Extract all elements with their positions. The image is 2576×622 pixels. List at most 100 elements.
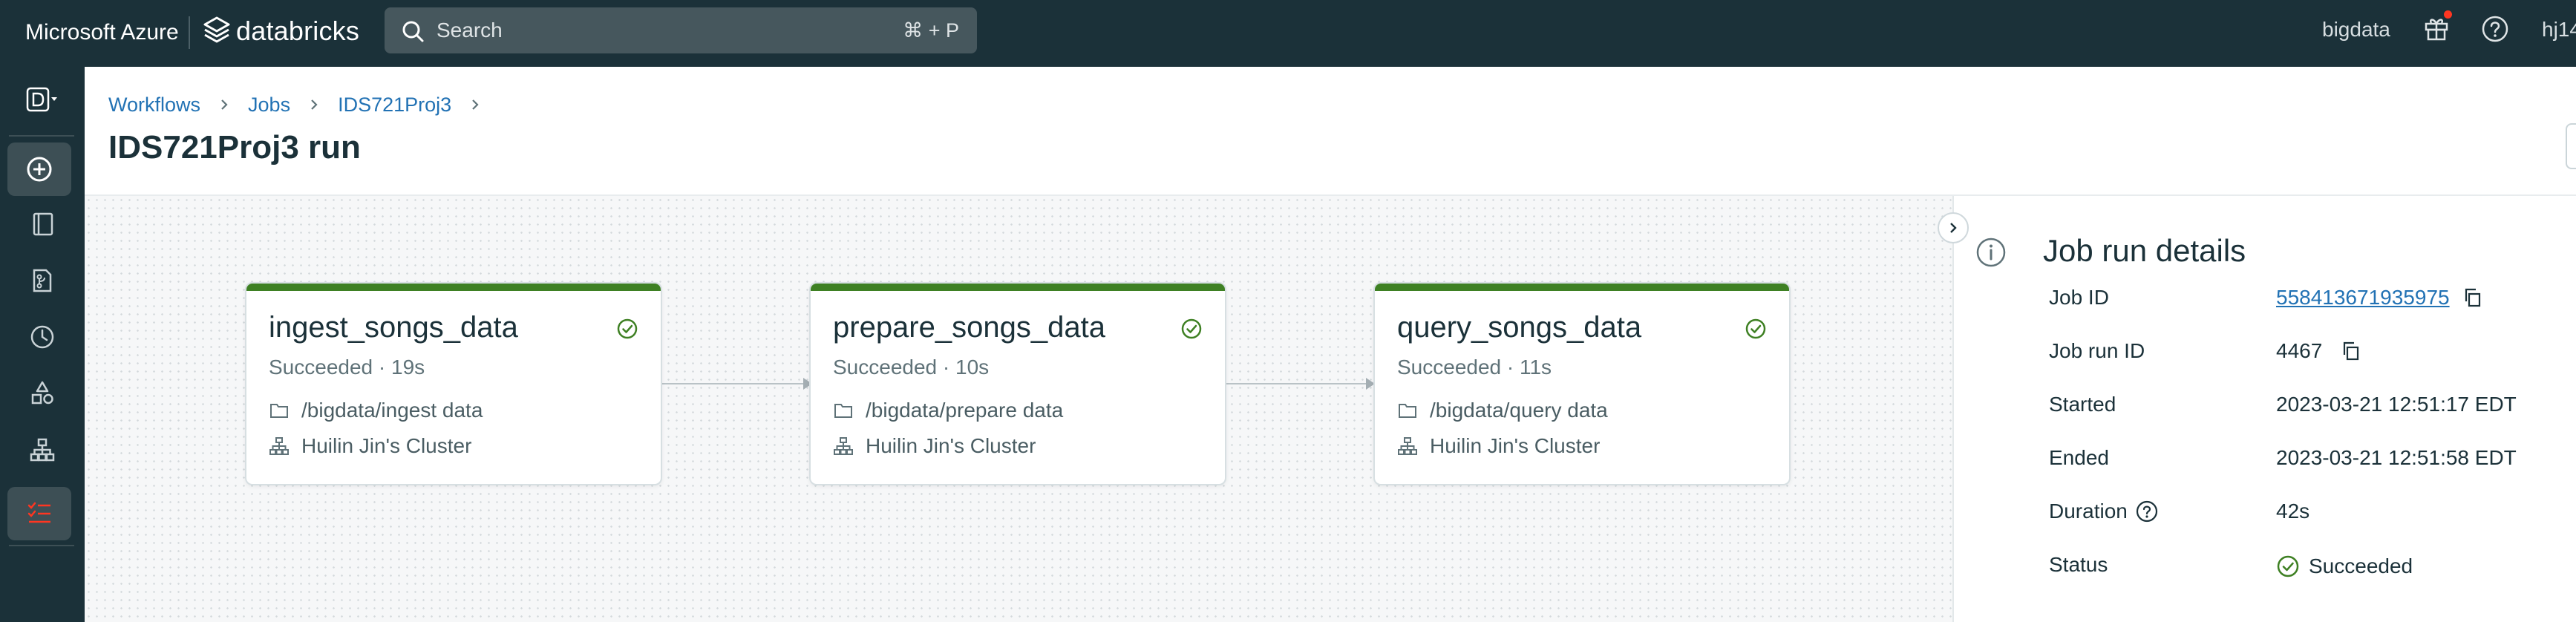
workspace-switcher-button[interactable] [0, 73, 85, 126]
chevron-right-icon [311, 99, 318, 110]
sidebar-item-workflows[interactable] [7, 487, 71, 540]
search-placeholder: Search [437, 19, 503, 42]
azure-brand-label: Microsoft Azure [25, 20, 179, 45]
status-value: Succeeded [2276, 554, 2413, 579]
status-label: Status [2049, 553, 2108, 576]
left-sidebar [0, 67, 85, 622]
cluster-icon [30, 438, 55, 462]
copy-icon[interactable] [2340, 340, 2362, 362]
search-shortcut-hint: ⌘ + P [903, 19, 959, 42]
task-cluster-text: Huilin Jin's Cluster [1430, 434, 1601, 457]
task-notebook-path: /bigdata/query data [1397, 398, 1608, 423]
task-cluster: Huilin Jin's Cluster [269, 433, 471, 459]
task-status-bar [246, 284, 661, 291]
duration-value: 42s [2276, 500, 2310, 523]
dependency-edge [662, 383, 811, 384]
sidebar-divider [9, 545, 74, 546]
task-cluster-text: Huilin Jin's Cluster [301, 434, 472, 457]
task-cluster: Huilin Jin's Cluster [833, 433, 1036, 459]
check-circle-icon [1745, 318, 1766, 339]
task-path-text: /bigdata/ingest data [301, 399, 483, 422]
chevron-right-icon [221, 99, 228, 110]
task-status: Succeeded · 10s [833, 356, 990, 379]
workspace-d-icon [26, 87, 57, 112]
task-status: Succeeded · 19s [269, 356, 425, 379]
notification-dot [2444, 10, 2452, 19]
task-node[interactable]: ingest_songs_data Succeeded · 19s /bigda… [245, 282, 662, 485]
check-circle-icon [2277, 555, 2299, 577]
sidebar-item-repos[interactable] [0, 254, 85, 307]
job-id-label: Job ID [2049, 286, 2109, 309]
branch-file-icon [33, 269, 52, 292]
job-run-id-label: Job run ID [2049, 339, 2145, 362]
help-icon[interactable] [2481, 15, 2509, 43]
search-icon [402, 21, 424, 42]
sidebar-item-workspace[interactable] [0, 197, 85, 251]
duration-label: Duration [2049, 500, 2128, 523]
duration-label-row: Duration [2049, 499, 2159, 524]
folder-icon [1399, 404, 1416, 418]
task-cluster-text: Huilin Jin's Cluster [866, 434, 1036, 457]
copy-icon[interactable] [2462, 287, 2484, 309]
task-status-bar [811, 284, 1225, 291]
cluster-icon [1398, 437, 1417, 455]
task-name: prepare_songs_data [833, 311, 1105, 344]
started-value: 2023-03-21 12:51:17 EDT [2276, 393, 2517, 416]
workspace-name[interactable]: bigdata [2322, 16, 2390, 43]
clock-icon [30, 325, 54, 349]
task-cluster: Huilin Jin's Cluster [1397, 433, 1600, 459]
page-title: IDS721Proj3 run [108, 129, 361, 166]
job-run-id-value: 4467 [2276, 338, 2362, 364]
cluster-icon [269, 437, 289, 455]
folder-icon [834, 404, 852, 418]
task-name: query_songs_data [1397, 311, 1642, 344]
workflows-icon [27, 502, 50, 523]
chevron-right-icon [472, 99, 479, 110]
header-action-button[interactable] [2566, 123, 2576, 169]
chevron-right-icon [1950, 223, 1957, 233]
sidebar-divider [9, 135, 74, 137]
task-status: Succeeded · 11s [1397, 356, 1552, 379]
job-run-id-text: 4467 [2276, 339, 2323, 362]
panel-title: Job run details [2043, 233, 2246, 268]
book-icon [33, 212, 53, 236]
job-id-value: 558413671935975 [2276, 285, 2484, 310]
question-circle-icon[interactable] [2135, 500, 2159, 523]
cluster-icon [834, 437, 853, 455]
global-search-input[interactable]: Search ⌘ + P [385, 7, 977, 53]
shapes-icon [31, 381, 53, 405]
breadcrumb-job[interactable]: IDS721Proj3 [338, 92, 451, 117]
check-circle-icon [617, 318, 638, 339]
sidebar-item-recents[interactable] [0, 310, 85, 364]
task-path-text: /bigdata/query data [1430, 399, 1608, 422]
databricks-logo-icon [203, 16, 230, 43]
databricks-wordmark: databricks [236, 16, 360, 46]
info-icon [1976, 238, 2006, 267]
started-label: Started [2049, 393, 2116, 416]
job-id-link[interactable]: 558413671935975 [2276, 285, 2450, 310]
sidebar-item-data[interactable] [0, 367, 85, 420]
new-button[interactable] [7, 143, 71, 196]
task-status-bar [1375, 284, 1789, 291]
task-node[interactable]: prepare_songs_data Succeeded · 10s /bigd… [809, 282, 1226, 485]
task-node[interactable]: query_songs_data Succeeded · 11s /bigdat… [1373, 282, 1791, 485]
task-name: ingest_songs_data [269, 311, 518, 344]
top-navigation-bar: Microsoft Azure databricks Search ⌘ + P … [0, 0, 2576, 67]
task-notebook-path: /bigdata/ingest data [269, 398, 483, 423]
breadcrumb-jobs[interactable]: Jobs [248, 92, 290, 117]
dependency-edge [1226, 383, 1373, 384]
breadcrumb: Workflows Jobs IDS721Proj3 [108, 92, 499, 117]
brand-divider [189, 16, 190, 49]
folder-icon [270, 404, 288, 418]
user-avatar[interactable]: hj14 [2542, 16, 2576, 43]
status-text: Succeeded [2309, 554, 2413, 577]
plus-circle-icon [27, 157, 52, 182]
collapse-panel-button[interactable] [1938, 212, 1969, 243]
gift-icon[interactable] [2423, 15, 2450, 42]
sidebar-item-compute[interactable] [0, 423, 85, 477]
task-notebook-path: /bigdata/prepare data [833, 398, 1063, 423]
ended-value: 2023-03-21 12:51:58 EDT [2276, 446, 2517, 469]
check-circle-icon [1181, 318, 1202, 339]
breadcrumb-workflows[interactable]: Workflows [108, 92, 200, 117]
task-path-text: /bigdata/prepare data [866, 399, 1064, 422]
